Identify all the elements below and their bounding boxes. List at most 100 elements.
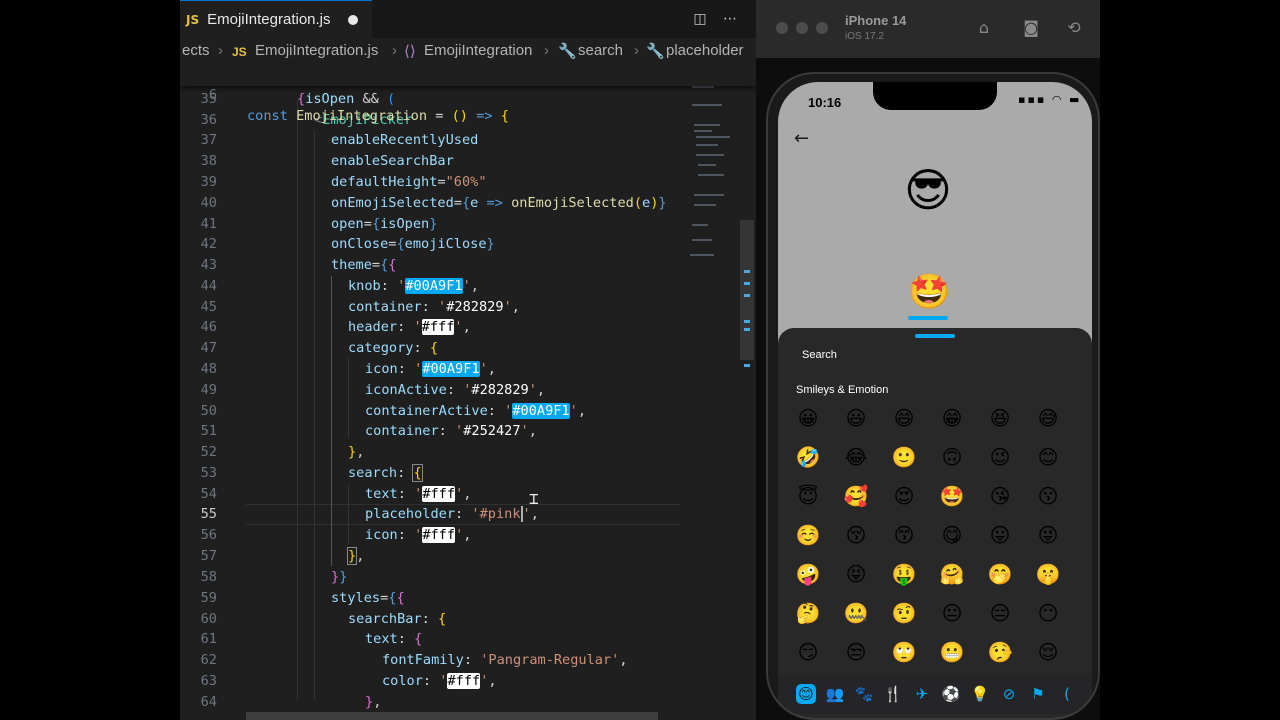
emoji-cell[interactable]: 🤑 bbox=[890, 560, 918, 588]
code-line: 54 text: '#fff', bbox=[200, 486, 472, 502]
emoji-cell[interactable]: 😍 bbox=[890, 482, 918, 510]
emoji-cell[interactable]: 🤩 bbox=[938, 482, 966, 510]
category-tab-icon[interactable]: 🍴 bbox=[883, 684, 903, 704]
code-line: 60 searchBar: { bbox=[200, 611, 447, 627]
sheet-knob[interactable] bbox=[915, 334, 955, 338]
breadcrumb-symbol-search[interactable]: search bbox=[578, 42, 623, 59]
emoji-cell[interactable]: 🤣 bbox=[794, 443, 822, 471]
code-line: 56 icon: '#fff', bbox=[200, 527, 472, 543]
emoji-cell[interactable]: 🥰 bbox=[842, 482, 870, 510]
close-window-button[interactable] bbox=[776, 22, 788, 34]
category-tab-icon[interactable]: ⚑ bbox=[1028, 684, 1048, 704]
emoji-cell[interactable]: 😆 bbox=[986, 404, 1014, 432]
code-line: 42 onClose={emojiClose} bbox=[200, 236, 495, 252]
emoji-cell[interactable]: 😋 bbox=[938, 521, 966, 549]
emoji-cell[interactable]: 😏 bbox=[794, 638, 822, 666]
emoji-cell[interactable]: 🙃 bbox=[938, 443, 966, 471]
emoji-cell[interactable]: 😑 bbox=[986, 599, 1014, 627]
background-area bbox=[1100, 0, 1280, 720]
chevron-right-icon: › bbox=[218, 42, 223, 59]
emoji-cell[interactable]: 🙂 bbox=[890, 443, 918, 471]
breadcrumb-symbol-placeholder[interactable]: placeholder bbox=[666, 42, 744, 59]
emoji-cell[interactable]: 😝 bbox=[842, 560, 870, 588]
emoji-cell[interactable]: 😶 bbox=[1034, 599, 1062, 627]
emoji-cell[interactable]: 😅 bbox=[1034, 404, 1062, 432]
emoji-cell[interactable]: 😃 bbox=[842, 404, 870, 432]
vertical-scrollbar[interactable] bbox=[740, 220, 754, 367]
emoji-cell[interactable]: 🙄 bbox=[890, 638, 918, 666]
breadcrumb-folder[interactable]: ects bbox=[182, 42, 210, 59]
screenshot-camera-icon[interactable]: ◙ bbox=[1021, 18, 1041, 38]
emoji-cell[interactable]: 😙 bbox=[890, 521, 918, 549]
chevron-right-icon: › bbox=[544, 42, 549, 59]
device-name: iPhone 14 bbox=[845, 13, 907, 28]
more-actions-icon[interactable]: ⋯ bbox=[722, 11, 738, 27]
emoji-cell[interactable]: 🤪 bbox=[794, 560, 822, 588]
wrench-icon: 🔧 bbox=[646, 43, 665, 60]
code-line: 47 category: { bbox=[200, 340, 439, 356]
search-placeholder: Search bbox=[802, 349, 837, 361]
emoji-cell[interactable]: 🤨 bbox=[890, 599, 918, 627]
category-tab-icon[interactable]: 👥 bbox=[825, 684, 845, 704]
emoji-cell[interactable]: 😚 bbox=[842, 521, 870, 549]
emoji-cell[interactable]: 😉 bbox=[986, 443, 1014, 471]
emoji-cell[interactable]: ☺️ bbox=[794, 521, 822, 549]
emoji-search-input[interactable]: Search bbox=[790, 340, 1080, 374]
rotate-device-icon[interactable]: ⟲ bbox=[1064, 18, 1084, 38]
code-line: 55 placeholder: '#pink ', bbox=[200, 506, 539, 522]
js-file-icon: JS bbox=[232, 45, 247, 59]
emoji-cell[interactable]: 🤥 bbox=[986, 638, 1014, 666]
code-line: 48 icon: '#00A9F1', bbox=[200, 361, 496, 377]
sticky-scroll-header[interactable]: 6 const EmojiIntegration = () => { bbox=[180, 64, 756, 124]
emoji-cell[interactable]: 🤔 bbox=[794, 599, 822, 627]
emoji-cell[interactable]: 😬 bbox=[938, 638, 966, 666]
emoji-cell[interactable]: 😊 bbox=[1034, 443, 1062, 471]
breadcrumb-symbol-component[interactable]: EmojiIntegration bbox=[424, 42, 532, 59]
code-line: 46 header: '#fff', bbox=[200, 319, 471, 335]
emoji-cell[interactable]: 🤫 bbox=[1034, 560, 1062, 588]
code-line: 43 theme={{ bbox=[200, 257, 397, 273]
open-emoji-picker-button[interactable]: 🤩 bbox=[908, 272, 950, 312]
emoji-cell[interactable]: 😄 bbox=[890, 404, 918, 432]
emoji-cell[interactable]: 😂 bbox=[842, 443, 870, 471]
minimap[interactable] bbox=[684, 64, 744, 284]
tab-emoji-integration[interactable]: JS EmojiIntegration.js bbox=[180, 0, 372, 38]
emoji-cell[interactable]: 😁 bbox=[938, 404, 966, 432]
back-arrow-icon[interactable]: ← bbox=[794, 128, 809, 149]
code-line: 50 containerActive: '#00A9F1', bbox=[200, 403, 586, 419]
split-editor-icon[interactable]: ◫ bbox=[692, 11, 708, 27]
category-tab-icon[interactable]: ( bbox=[1057, 684, 1077, 704]
emoji-cell[interactable]: 😀 bbox=[794, 404, 822, 432]
category-tab-icon[interactable]: 💡 bbox=[970, 684, 990, 704]
emoji-cell[interactable]: 😛 bbox=[986, 521, 1014, 549]
emoji-cell[interactable]: 😇 bbox=[794, 482, 822, 510]
unsaved-dot-icon[interactable] bbox=[348, 15, 358, 25]
emoji-cell[interactable]: 😌 bbox=[1034, 638, 1062, 666]
code-line: 58}} bbox=[200, 569, 348, 585]
emoji-cell[interactable]: 🤐 bbox=[842, 599, 870, 627]
emoji-cell[interactable]: 😐 bbox=[938, 599, 966, 627]
emoji-cell[interactable]: 🤭 bbox=[986, 560, 1014, 588]
category-tab-icon[interactable]: ⊘ bbox=[999, 684, 1019, 704]
category-tab-icon[interactable]: 🐾 bbox=[854, 684, 874, 704]
breadcrumb-file[interactable]: EmojiIntegration.js bbox=[255, 42, 378, 59]
zoom-window-button[interactable] bbox=[816, 22, 828, 34]
emoji-category-bar: 😊 👥 🐾 🍴 ✈ ⚽ 💡 ⊘ ⚑ ( bbox=[778, 674, 1092, 714]
symbol-icon: ⟨⟩ bbox=[404, 43, 416, 60]
emoji-cell[interactable]: 😒 bbox=[842, 638, 870, 666]
home-icon[interactable]: ⌂ bbox=[974, 18, 994, 38]
category-tab-icon[interactable]: ⚽ bbox=[941, 684, 961, 704]
code-editor[interactable]: JS EmojiIntegration.js ◫ ⋯ ects › JS Emo… bbox=[180, 0, 756, 720]
code-line: 44 knob: '#00A9F1', bbox=[200, 278, 479, 294]
emoji-cell[interactable]: 😜 bbox=[1034, 521, 1062, 549]
category-tab-icon[interactable]: ✈ bbox=[912, 684, 932, 704]
emoji-cell[interactable]: 😗 bbox=[1034, 482, 1062, 510]
category-tab-icon[interactable]: 😊 bbox=[796, 684, 816, 704]
minimize-window-button[interactable] bbox=[796, 22, 808, 34]
os-version: iOS 17.2 bbox=[845, 31, 884, 42]
mouse-ibeam-cursor-icon: ⌶ bbox=[529, 489, 539, 508]
emoji-cell[interactable]: 😘 bbox=[986, 482, 1014, 510]
horizontal-scrollbar[interactable] bbox=[246, 712, 658, 720]
emoji-picker-sheet[interactable]: Search Smileys & Emotion 😀 😃 😄 😁 😆 😅 🤣 😂 🙂 🙃 😉 😊 😇 🥰 😍… bbox=[778, 328, 1092, 718]
emoji-cell[interactable]: 🤗 bbox=[938, 560, 966, 588]
